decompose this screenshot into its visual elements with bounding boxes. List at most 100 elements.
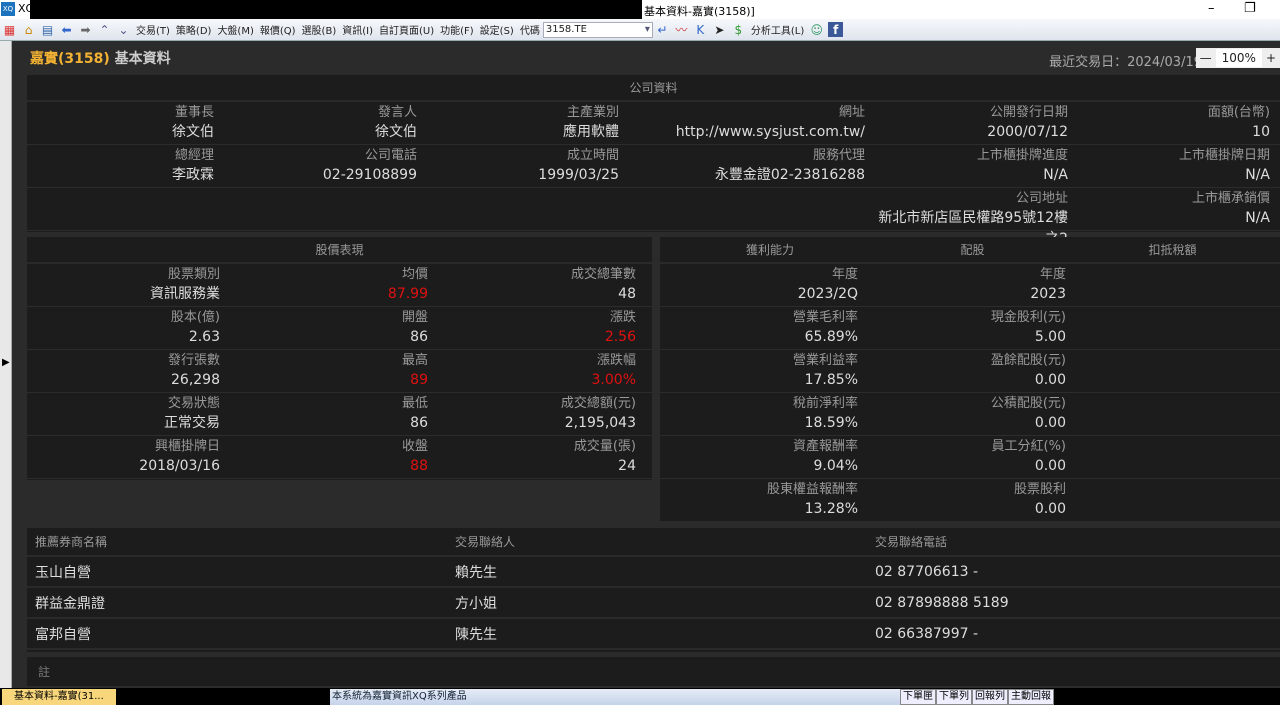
- field-value: 資訊服務業: [150, 286, 220, 302]
- down-icon[interactable]: ⌄: [116, 22, 131, 37]
- up-icon[interactable]: ⌃: [97, 22, 112, 37]
- stock-field: 最高 89: [225, 351, 433, 392]
- section-title-profit: 獲利能力: [745, 243, 794, 257]
- facebook-icon[interactable]: f: [828, 22, 844, 37]
- stock-field: 發行張數 26,298: [27, 351, 225, 392]
- stock-field: 漲跌幅 3.00%: [433, 351, 641, 392]
- note-label: 註: [38, 665, 51, 679]
- toolbar: ▦ ⌂ ▤ ⬅ ➡ ⌃ ⌄ 交易(T) 策略(D) 大盤(M) 報價(Q) 選股(B) 資…: [0, 19, 1280, 41]
- field-value: 87.99: [387, 286, 428, 302]
- field-value: 86: [410, 329, 428, 345]
- stock-field: 交易狀態 正常交易: [27, 394, 225, 435]
- broker-table: 推薦券商名稱 交易聯絡人 交易聯絡電話 玉山自營 賴先生 02 87706613 - 群益金…: [27, 528, 1280, 652]
- expand-arrow-icon[interactable]: ▶: [2, 357, 10, 368]
- field-label: 年度: [831, 267, 858, 282]
- field-label: 現金股利(元): [990, 310, 1066, 325]
- stock-row: 興櫃掛牌日 2018/03/16 收盤 88 成交量(張) 24: [27, 436, 652, 479]
- menu-item[interactable]: 功能(F): [440, 26, 474, 37]
- field-label: 漲跌幅: [596, 353, 636, 368]
- menu-item[interactable]: 資訊(I): [342, 26, 373, 37]
- field-value: N/A: [1043, 167, 1068, 183]
- page-icon[interactable]: ▤: [40, 22, 55, 37]
- profit-field: 員工分紅(%) 0.00: [863, 437, 1071, 478]
- status-button[interactable]: 回報列: [972, 689, 1008, 705]
- enter-icon[interactable]: ↵: [655, 22, 670, 37]
- field-label: 最低: [401, 396, 428, 411]
- code-input[interactable]: 3158.TE: [542, 21, 653, 38]
- profit-field: 現金股利(元) 5.00: [863, 308, 1071, 349]
- menu-item[interactable]: 報價(Q): [260, 26, 296, 37]
- field-value: 正常交易: [164, 415, 220, 431]
- field-label: 公司電話: [364, 148, 417, 163]
- stock-field: 漲跌 2.56: [433, 308, 641, 349]
- zoom-in-button[interactable]: +: [1262, 51, 1280, 65]
- stock-field: 成交總筆數 48: [433, 265, 641, 306]
- broker-row[interactable]: 群益金鼎證 方小姐 02 87898888 5189: [27, 588, 1280, 619]
- person-icon[interactable]: ☺: [809, 22, 824, 37]
- field-value: 徐文伯: [172, 124, 214, 140]
- company-row: 公司地址新北市新店區民權路95號12樓之2 上市櫃承銷價 N/A: [27, 188, 1280, 247]
- column-header: 推薦券商名稱: [35, 535, 108, 549]
- profit-field: 年度 2023/2Q: [660, 265, 863, 306]
- menu-analysis-tools[interactable]: 分析工具(L): [751, 22, 804, 37]
- broker-cell: 方小姐: [455, 595, 497, 612]
- k-chart-icon[interactable]: K: [693, 22, 708, 37]
- restore-icon[interactable]: ❐: [1244, 1, 1256, 16]
- menu-item[interactable]: 策略(D): [176, 26, 212, 37]
- status-message: 本系統為嘉實資訊XQ系列產品: [330, 689, 900, 705]
- window-tab[interactable]: 基本資料-嘉實(31...: [2, 689, 116, 705]
- status-button[interactable]: 下單列: [936, 689, 972, 705]
- profit-field: 股票股利 0.00: [863, 480, 1071, 521]
- company-field: 面額(台幣) 10: [1073, 103, 1275, 144]
- status-button[interactable]: 主動回報: [1008, 689, 1054, 705]
- broker-row[interactable]: 富邦自營 陳先生 02 66387997 -: [27, 619, 1280, 650]
- side-collapse-bar[interactable]: ▶: [0, 41, 12, 688]
- menu-item[interactable]: 大盤(M): [217, 26, 253, 37]
- field-label: 面額(台幣): [1207, 105, 1270, 120]
- menu-item[interactable]: 自訂頁面(U): [379, 26, 434, 37]
- profit-field: 營業利益率 17.85%: [660, 351, 863, 392]
- company-field: [624, 189, 870, 230]
- stock-field: 興櫃掛牌日 2018/03/16: [27, 437, 225, 478]
- window-title: 基本資料-嘉實(3158)]: [644, 5, 755, 18]
- field-label: 年度: [1039, 267, 1066, 282]
- cursor-icon[interactable]: ➤: [712, 22, 727, 37]
- field-label: 收盤: [401, 439, 428, 454]
- status-button[interactable]: 下單匣: [900, 689, 936, 705]
- profit-field: 股東權益報酬率 13.28%: [660, 480, 863, 521]
- field-value: 24: [618, 458, 636, 474]
- field-label: 發言人: [377, 105, 417, 120]
- company-row: 董事長 徐文伯 發言人 徐文伯 主產業別 應用軟體 網址 http://www.sysjust…: [27, 102, 1280, 145]
- profit-row: 資產報酬率 9.04% 員工分紅(%) 0.00: [660, 436, 1280, 479]
- forward-icon[interactable]: ➡: [78, 22, 93, 37]
- menu-item[interactable]: 設定(S): [480, 26, 514, 37]
- field-value: 86: [410, 415, 428, 431]
- section-title-tax: 扣抵稅額: [1148, 243, 1197, 257]
- field-label: 服務代理: [812, 148, 865, 163]
- zoom-out-button[interactable]: —: [1196, 51, 1216, 65]
- company-field: 公司電話 02-29108899: [219, 146, 422, 187]
- field-label: 均價: [401, 267, 428, 282]
- menu-item[interactable]: 選股(B): [302, 26, 337, 37]
- broker-row[interactable]: 玉山自營 賴先生 02 87706613 -: [27, 557, 1280, 588]
- chart-icon[interactable]: 〰: [674, 22, 689, 37]
- dollar-icon[interactable]: $: [731, 22, 746, 37]
- home-icon[interactable]: ⌂: [21, 22, 36, 37]
- zoom-control: — 100% +: [1195, 48, 1280, 68]
- field-value: 2,195,043: [564, 415, 636, 431]
- field-value: 徐文伯: [375, 124, 417, 140]
- grid-icon[interactable]: ▦: [2, 22, 17, 37]
- profit-field: 公積配股(元) 0.00: [863, 394, 1071, 435]
- stock-field: 成交量(張) 24: [433, 437, 641, 478]
- field-label: 發行張數: [167, 353, 220, 368]
- minimize-icon[interactable]: –: [1208, 1, 1215, 16]
- title-text: 基本資料: [114, 51, 171, 67]
- broker-cell: 玉山自營: [35, 564, 91, 581]
- company-panel: 公司資料 董事長 徐文伯 發言人 徐文伯 主產業別 應用軟體 網址 http://www.sy…: [27, 75, 1280, 247]
- back-icon[interactable]: ⬅: [59, 22, 74, 37]
- menu-item[interactable]: 交易(T): [136, 26, 170, 37]
- field-value: 65.89%: [804, 329, 858, 345]
- field-label: 主產業別: [566, 105, 619, 120]
- company-field: [219, 189, 422, 230]
- stock-field: 成交總額(元) 2,195,043: [433, 394, 641, 435]
